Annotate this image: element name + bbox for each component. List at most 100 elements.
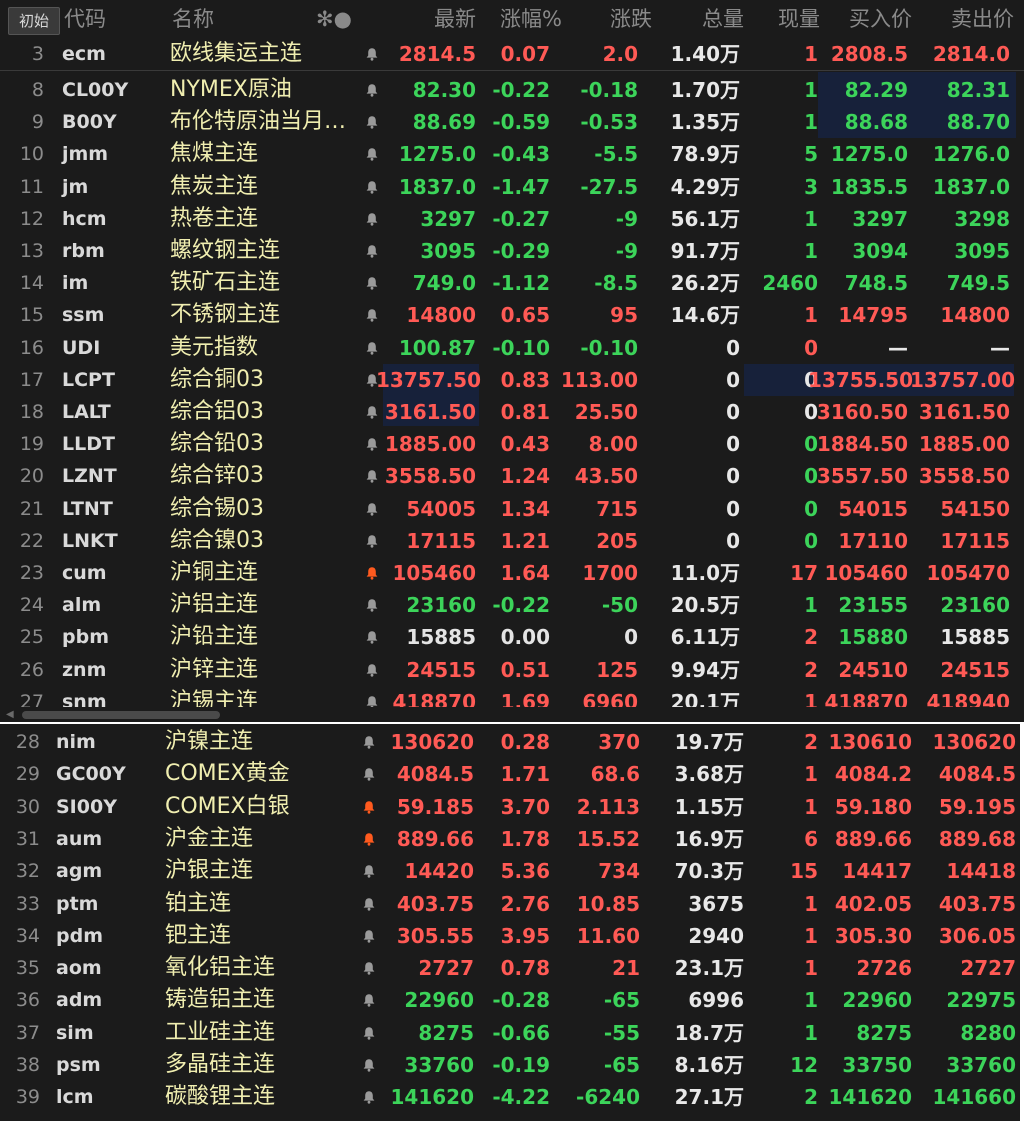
table-row[interactable]: 24 alm 沪铝主连 23160 -0.22 -50 20.5万 1 23155 23160 <box>0 589 1024 621</box>
symbol-name: 沪银主连 <box>165 858 254 884</box>
alert-bell-icon[interactable] <box>362 864 376 878</box>
table-row[interactable]: 30 SI00Y COMEX白银 59.185 3.70 2.113 1.15万 1 59.18… <box>0 791 1020 823</box>
symbol-code: ssm <box>62 304 105 327</box>
table-row[interactable]: 31 aum 沪金主连 889.66 1.78 15.52 16.9万 6 889.66 889.… <box>0 823 1020 855</box>
alert-bell-icon[interactable] <box>365 47 379 61</box>
change-value: -55 <box>603 1020 640 1045</box>
symbol-name: 热卷主连 <box>170 205 259 231</box>
alert-bell-icon[interactable] <box>362 800 376 814</box>
table-row[interactable]: 20 LZNT 综合锌03 3558.50 1.24 43.50 0 0 3557.50 3558… <box>0 460 1024 492</box>
table-row[interactable]: 26 znm 沪锌主连 24515 0.51 125 9.94万 2 24510 24515 <box>0 654 1024 686</box>
horizontal-scrollbar[interactable]: ◀ <box>0 707 1024 722</box>
alert-bell-icon[interactable] <box>365 180 379 194</box>
alert-bell-icon[interactable] <box>365 630 379 644</box>
table-row[interactable]: 14 im 铁矿石主连 749.0 -1.12 -8.5 26.2万 2460 748.5 749… <box>0 267 1024 299</box>
row-index: 16 <box>19 336 44 359</box>
table-row[interactable]: 18 LALT 综合铝03 3161.50 0.81 25.50 0 0 3160.50 3161… <box>0 396 1024 428</box>
table-row[interactable]: 10 jmm 焦煤主连 1275.0 -0.43 -5.5 78.9万 5 1275.0 1276… <box>0 138 1024 170</box>
table-row[interactable]: 17 LCPT 综合铜03 13757.50 0.83 113.00 0 0 13755.50 1… <box>0 364 1024 396</box>
start-button[interactable]: 初始 <box>8 7 60 35</box>
table-row[interactable]: 9 B00Y 布伦特原油当月… 88.69 -0.59 -0.53 1.35万 1 88.68 8… <box>0 106 1024 138</box>
alert-bell-icon[interactable] <box>365 308 379 322</box>
alert-bell-icon[interactable] <box>365 534 379 548</box>
table-row[interactable]: 13 rbm 螺纹钢主连 3095 -0.29 -9 91.7万 1 3094 3095 <box>0 235 1024 267</box>
col-last-header[interactable]: 最新 <box>384 0 476 38</box>
symbol-code: rbm <box>62 240 105 262</box>
table-row[interactable]: 16 UDI 美元指数 100.87 -0.10 -0.10 0 0— — <box>0 332 1024 364</box>
alert-bell-icon[interactable] <box>365 502 379 516</box>
symbol-code: LLDT <box>62 433 115 456</box>
total-volume: 8.16万 <box>674 1053 744 1077</box>
change-value: 95 <box>610 303 638 328</box>
alert-bell-icon[interactable] <box>365 566 379 580</box>
col-bid-header[interactable]: 买入价 <box>822 0 912 38</box>
change-value: 734 <box>598 859 640 884</box>
alert-bell-icon[interactable] <box>362 1026 376 1040</box>
ask-price: 22975 <box>946 988 1016 1013</box>
alert-bell-icon[interactable] <box>365 405 379 419</box>
symbol-name: 螺纹钢主连 <box>170 238 281 263</box>
row-index: 14 <box>19 272 44 295</box>
alert-bell-icon[interactable] <box>365 663 379 677</box>
change-value: 2.113 <box>576 794 640 819</box>
change-value: -65 <box>603 988 640 1013</box>
table-row[interactable]: 29 GC00Y COMEX黄金 4084.5 1.71 68.6 3.68万 1 4084.2… <box>0 758 1020 790</box>
table-row[interactable]: 37 sim 工业硅主连 8275 -0.66 -55 18.7万 1 8275 8280 <box>0 1017 1020 1049</box>
current-volume: 1 <box>804 239 818 263</box>
ask-price: 14800 <box>940 303 1010 328</box>
col-cur-header[interactable]: 现量 <box>730 0 820 38</box>
table-row[interactable]: 21 LTNT 综合锡03 54005 1.34 715 0 0 54015 54150 <box>0 493 1024 525</box>
alert-bell-icon[interactable] <box>365 341 379 355</box>
alert-bell-icon[interactable] <box>365 115 379 129</box>
col-code-header[interactable]: 代码 <box>64 0 106 38</box>
alert-bell-icon[interactable] <box>362 961 376 975</box>
table-row[interactable]: 38 psm 多晶硅主连 33760 -0.19 -65 8.16万 12 33750 33760 <box>0 1049 1020 1081</box>
alert-bell-icon[interactable] <box>362 735 376 749</box>
alert-bell-icon[interactable] <box>365 244 379 258</box>
table-row[interactable]: 12 hcm 热卷主连 3297 -0.27 -9 56.1万 1 3297 3298 <box>0 203 1024 235</box>
table-row[interactable]: 33 ptm 铂主连 403.75 2.76 10.85 3675 1 402.05 403.75 <box>0 888 1020 920</box>
alert-bell-icon[interactable] <box>362 1058 376 1072</box>
table-row[interactable]: 35 aom 氧化铝主连 2727 0.78 21 23.1万 1 2726 2727 <box>0 952 1020 984</box>
table-row[interactable]: 11 jm 焦炭主连 1837.0 -1.47 -27.5 4.29万 3 1835.5 1837… <box>0 171 1024 203</box>
col-pct-header[interactable]: 涨幅% <box>470 0 562 38</box>
change-value: 125 <box>596 657 638 682</box>
table-row[interactable]: 25 pbm 沪铅主连 15885 0.00 0 6.11万 2 15880 15885 <box>0 621 1024 653</box>
table-row[interactable]: 22 LNKT 综合镍03 17115 1.21 205 0 0 17110 17115 <box>0 525 1024 557</box>
table-row[interactable]: 34 pdm 钯主连 305.55 3.95 11.60 2940 1 305.30 306.05 <box>0 920 1020 952</box>
alert-bell-icon[interactable] <box>365 212 379 226</box>
alert-bell-icon[interactable] <box>365 469 379 483</box>
alert-bell-icon[interactable] <box>362 832 376 846</box>
change-percent: 2.76 <box>500 891 550 916</box>
alert-bell-icon[interactable] <box>365 373 379 387</box>
alert-bell-icon[interactable] <box>365 83 379 97</box>
current-volume: 1 <box>804 110 818 135</box>
table-row[interactable]: 39 lcm 碳酸锂主连 141620 -4.22 -6240 27.1万 2 141620 14… <box>0 1081 1020 1113</box>
scroll-left-icon[interactable]: ◀ <box>6 709 14 720</box>
sort-indicator-icon[interactable]: ✻● <box>316 0 352 38</box>
table-row[interactable]: 15 ssm 不锈钢主连 14800 0.65 95 14.6万 1 14795 14800 <box>0 299 1024 331</box>
table-row[interactable]: 23 cum 沪铜主连 105460 1.64 1700 11.0万 17 105460 1054… <box>0 557 1024 589</box>
alert-bell-icon[interactable] <box>362 993 376 1007</box>
alert-bell-icon[interactable] <box>365 276 379 290</box>
table-row[interactable]: 8 CL00Y NYMEX原油 82.30 -0.22 -0.18 1.70万 1 82.29 8… <box>0 74 1024 106</box>
alert-bell-icon[interactable] <box>362 767 376 781</box>
col-name-header[interactable]: 名称 <box>172 0 214 38</box>
alert-bell-icon[interactable] <box>362 897 376 911</box>
table-row[interactable]: 36 adm 铸造铝主连 22960 -0.28 -65 6996 1 22960 22975 <box>0 984 1020 1016</box>
alert-bell-icon[interactable] <box>362 1090 376 1104</box>
alert-bell-icon[interactable] <box>365 437 379 451</box>
table-row[interactable]: 32 agm 沪银主连 14420 5.36 734 70.3万 15 14417 14418 <box>0 855 1020 887</box>
col-ask-header[interactable]: 卖出价 <box>922 0 1014 38</box>
col-chg-header[interactable]: 涨跌 <box>560 0 652 38</box>
alert-bell-icon[interactable] <box>362 929 376 943</box>
ask-price: 2727 <box>960 956 1016 981</box>
scrollbar-thumb[interactable] <box>22 711 220 719</box>
table-row[interactable]: 19 LLDT 综合铅03 1885.00 0.43 8.00 0 0 1884.50 1885.… <box>0 428 1024 460</box>
alert-bell-icon[interactable] <box>365 598 379 612</box>
alert-bell-icon[interactable] <box>365 147 379 161</box>
table-row[interactable]: 28 nim 沪镍主连 130620 0.28 370 19.7万 2 130610 130620 <box>0 726 1020 758</box>
table-row[interactable]: 3 ecm 欧线集运主连 2814.5 0.07 2.0 1.40万 1 2808.5 2814.… <box>0 38 1024 71</box>
bid-price: 59.180 <box>834 794 912 819</box>
change-percent: -0.22 <box>492 78 550 102</box>
